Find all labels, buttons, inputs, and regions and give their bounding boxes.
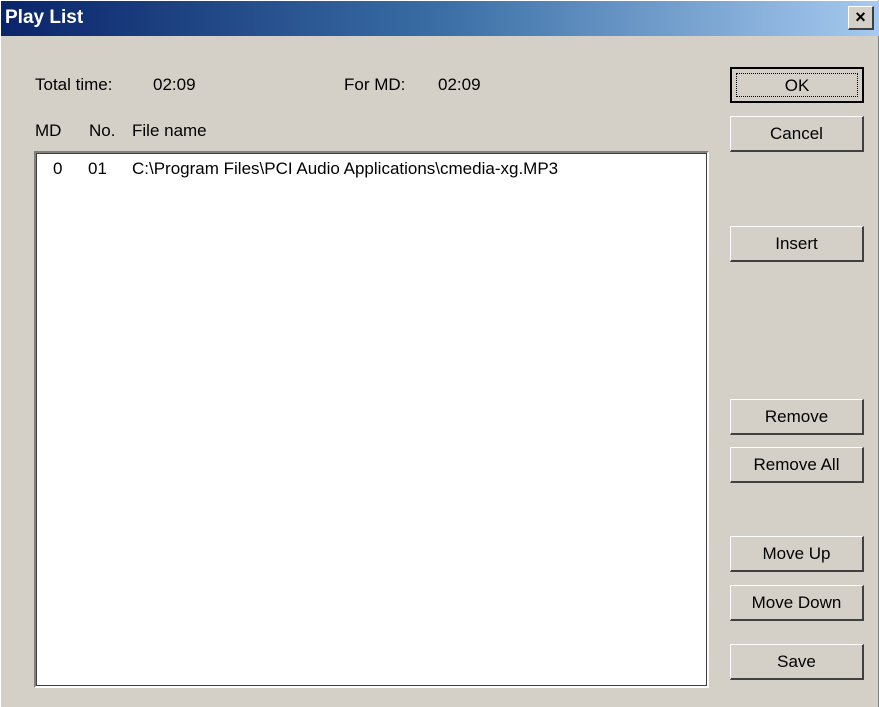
move-up-button[interactable]: Move Up — [730, 536, 864, 572]
save-button[interactable]: Save — [730, 644, 864, 680]
for-md-label: For MD: — [344, 75, 406, 94]
remove-button[interactable]: Remove — [730, 399, 864, 435]
remove-all-button-label: Remove All — [753, 455, 840, 474]
for-md-value: 02:09 — [438, 75, 481, 94]
close-icon: × — [855, 7, 866, 27]
move-up-button-label: Move Up — [762, 544, 831, 563]
remove-button-label: Remove — [764, 407, 829, 426]
list-item[interactable]: 0 01 C:\Program Files\PCI Audio Applicat… — [36, 157, 707, 181]
save-button-label: Save — [777, 652, 816, 671]
column-header-no[interactable]: No. — [89, 121, 115, 141]
column-header-md[interactable]: MD — [35, 121, 61, 141]
total-time-value: 02:09 — [153, 75, 196, 94]
move-down-button[interactable]: Move Down — [730, 585, 864, 621]
play-list-dialog: Play List × Total time: 02:09 For MD: 02… — [0, 0, 879, 707]
list-item-file-name: C:\Program Files\PCI Audio Applications\… — [132, 159, 559, 178]
column-header-file-name[interactable]: File name — [132, 121, 207, 141]
ok-button[interactable]: OK — [730, 67, 864, 103]
insert-button-label: Insert — [775, 234, 818, 253]
insert-button[interactable]: Insert — [730, 226, 864, 262]
close-button[interactable]: × — [848, 6, 874, 30]
playlist-listbox[interactable]: 0 01 C:\Program Files\PCI Audio Applicat… — [34, 151, 709, 688]
focus-rectangle — [736, 73, 858, 97]
move-down-button-label: Move Down — [751, 593, 842, 612]
cancel-button[interactable]: Cancel — [730, 116, 864, 152]
title-bar[interactable]: Play List × — [1, 1, 879, 36]
window-title: Play List — [5, 7, 84, 28]
list-item-no: 01 — [88, 159, 107, 178]
cancel-button-label: Cancel — [770, 124, 823, 143]
remove-all-button[interactable]: Remove All — [730, 447, 864, 483]
total-time-label: Total time: — [35, 75, 113, 94]
list-item-md: 0 — [53, 159, 63, 178]
